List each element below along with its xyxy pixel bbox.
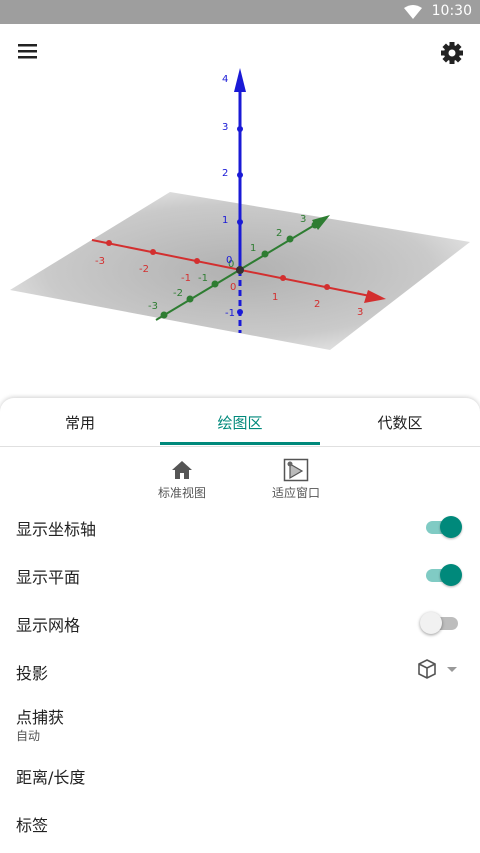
settings-panel: 常用 绘图区 代数区 标准视图 适应窗口 显示坐标轴 显示平面 显示网格 投影: [0, 398, 480, 853]
projection-label: 投影: [16, 664, 49, 683]
wifi-icon: [404, 5, 422, 19]
labels-label[interactable]: 标签: [16, 812, 48, 836]
z-tick-3: 3: [222, 122, 228, 133]
y-tick-neg3: -3: [148, 301, 158, 312]
fit-window-label: 适应窗口: [271, 486, 320, 500]
x-tick-2: 2: [314, 299, 320, 310]
z-tick-1: 1: [222, 215, 228, 226]
tab-basic[interactable]: 常用: [0, 398, 160, 446]
show-grid-label: 显示网格: [16, 616, 81, 635]
status-bar: 10:30: [0, 0, 480, 24]
fit-window-icon: [283, 458, 309, 482]
show-grid-switch[interactable]: [420, 611, 462, 635]
show-axes-switch[interactable]: [422, 515, 462, 539]
y-tick-neg1: -1: [198, 273, 208, 284]
z-tick-neg1: -1: [225, 308, 235, 319]
x-tick-1: 1: [272, 292, 278, 303]
z-tick-4: 4: [222, 74, 228, 85]
x-tick-3: 3: [357, 307, 363, 318]
home-icon: [172, 461, 192, 479]
distance-length-label[interactable]: 距离/长度: [16, 764, 85, 788]
cube-icon: [418, 659, 436, 679]
z-point-neg1: [237, 309, 243, 315]
switch-thumb: [440, 564, 462, 586]
projection-select[interactable]: [414, 656, 462, 682]
z-tick-2: 2: [222, 168, 228, 179]
tab-bar: 常用 绘图区 代数区: [0, 398, 480, 447]
y-tick-neg2: -2: [173, 288, 183, 299]
fit-window-button[interactable]: 适应窗口: [251, 458, 341, 500]
y-tick-2: 2: [276, 228, 282, 239]
show-plane-label: 显示平面: [16, 568, 81, 587]
standard-view-button[interactable]: 标准视图: [137, 458, 227, 500]
z-axis-arrow: [234, 68, 246, 92]
switch-thumb: [440, 516, 462, 538]
y-tick-3: 3: [300, 214, 306, 225]
graphics-view-3d[interactable]: -1 -3 -2 -1 1 2 3 0 -3 -2 -1 1 2 3 0 1 2…: [0, 24, 480, 400]
tab-algebra[interactable]: 代数区: [320, 398, 480, 446]
show-plane-switch[interactable]: [422, 563, 462, 587]
tab-graphics[interactable]: 绘图区: [160, 398, 320, 446]
x-tick-neg2: -2: [139, 264, 149, 275]
dropdown-arrow-icon: [447, 667, 457, 672]
x-tick-neg3: -3: [95, 256, 105, 267]
standard-view-label: 标准视图: [157, 486, 206, 500]
origin-label-z: 0: [226, 255, 232, 266]
y-tick-1: 1: [250, 243, 256, 254]
show-axes-label: 显示坐标轴: [16, 520, 97, 539]
status-time: 10:30: [431, 3, 472, 19]
point-capturing-value: 自动: [16, 729, 41, 743]
switch-thumb: [420, 612, 442, 634]
x-tick-neg1: -1: [181, 273, 191, 284]
tab-indicator: [160, 442, 320, 445]
origin-point: [236, 266, 244, 274]
point-capturing-label[interactable]: 点捕获: [16, 704, 64, 728]
origin-label-x: 0: [230, 282, 236, 293]
